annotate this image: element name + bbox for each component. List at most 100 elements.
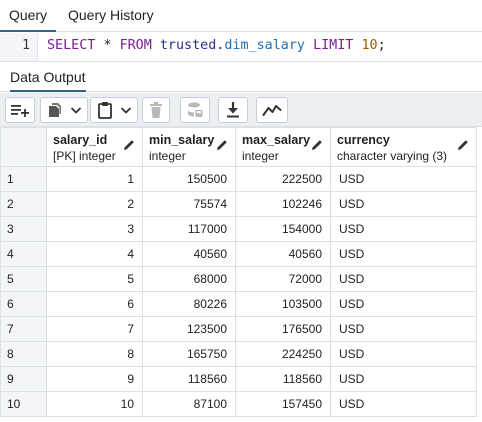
- cell-salary-id[interactable]: 3: [46, 216, 143, 242]
- query-tabs: Query Query History: [0, 0, 482, 32]
- column-header-salary-id[interactable]: salary_id [PK] integer: [46, 127, 143, 167]
- table-row: 1 1 150500 222500 USD: [0, 166, 477, 192]
- row-number[interactable]: 8: [0, 341, 47, 367]
- row-number[interactable]: 7: [0, 316, 47, 342]
- chevron-down-icon: [120, 107, 132, 114]
- delete-icon: [150, 102, 162, 118]
- copy-icon: [49, 103, 61, 117]
- cell-salary-id[interactable]: 8: [46, 341, 143, 367]
- pencil-icon[interactable]: [310, 138, 324, 152]
- download-button[interactable]: [218, 97, 248, 123]
- cell-min-salary[interactable]: 117000: [142, 216, 236, 242]
- pencil-icon[interactable]: [215, 138, 229, 152]
- cell-currency[interactable]: USD: [330, 366, 477, 392]
- cell-max-salary[interactable]: 224250: [235, 341, 331, 367]
- sql-semicolon: ;: [377, 38, 386, 53]
- tab-query[interactable]: Query: [0, 0, 56, 32]
- row-number[interactable]: 9: [0, 366, 47, 392]
- column-name: currency: [337, 133, 390, 147]
- row-number[interactable]: 1: [0, 166, 47, 192]
- cell-currency[interactable]: USD: [330, 291, 477, 317]
- grid-corner-cell[interactable]: [0, 127, 47, 167]
- cell-salary-id[interactable]: 1: [46, 166, 143, 192]
- cell-max-salary[interactable]: 176500: [235, 316, 331, 342]
- cell-salary-id[interactable]: 9: [46, 366, 143, 392]
- row-number[interactable]: 2: [0, 191, 47, 217]
- cell-min-salary[interactable]: 40560: [142, 241, 236, 267]
- table-row: 3 3 117000 154000 USD: [0, 216, 477, 242]
- tab-query-history[interactable]: Query History: [68, 0, 158, 32]
- cell-min-salary[interactable]: 80226: [142, 291, 236, 317]
- cell-min-salary[interactable]: 165750: [142, 341, 236, 367]
- cell-max-salary[interactable]: 72000: [235, 266, 331, 292]
- table-row: 8 8 165750 224250 USD: [0, 341, 477, 367]
- cell-salary-id[interactable]: 5: [46, 266, 143, 292]
- column-header-currency[interactable]: currency character varying (3): [330, 127, 477, 167]
- add-row-button[interactable]: [5, 97, 35, 123]
- cell-currency[interactable]: USD: [330, 191, 477, 217]
- row-number[interactable]: 5: [0, 266, 47, 292]
- table-row: 4 4 40560 40560 USD: [0, 241, 477, 267]
- graph-visualiser-button[interactable]: [256, 97, 288, 123]
- cell-max-salary[interactable]: 103500: [235, 291, 331, 317]
- column-header-min-salary[interactable]: min_salary integer: [142, 127, 236, 167]
- pencil-icon[interactable]: [122, 138, 136, 152]
- row-number[interactable]: 3: [0, 216, 47, 242]
- delete-button[interactable]: [142, 97, 170, 123]
- cell-currency[interactable]: USD: [330, 166, 477, 192]
- cell-min-salary[interactable]: 123500: [142, 316, 236, 342]
- cell-currency[interactable]: USD: [330, 216, 477, 242]
- graph-visualiser-icon: [262, 105, 282, 116]
- column-header-max-salary[interactable]: max_salary integer: [235, 127, 331, 167]
- cell-max-salary[interactable]: 154000: [235, 216, 331, 242]
- cell-currency[interactable]: USD: [330, 341, 477, 367]
- cell-salary-id[interactable]: 10: [46, 391, 143, 417]
- cell-currency[interactable]: USD: [330, 391, 477, 417]
- sql-keyword-from: FROM: [119, 38, 152, 53]
- cell-currency[interactable]: USD: [330, 316, 477, 342]
- cell-min-salary[interactable]: 118560: [142, 366, 236, 392]
- sql-limit-value: 10: [361, 38, 378, 53]
- sql-code-line[interactable]: SELECT * FROM trusted.dim_salary LIMIT 1…: [47, 33, 386, 59]
- copy-button[interactable]: [40, 97, 88, 123]
- cell-currency[interactable]: USD: [330, 241, 477, 267]
- cell-max-salary[interactable]: 102246: [235, 191, 331, 217]
- table-row: 6 6 80226 103500 USD: [0, 291, 477, 317]
- sql-editor[interactable]: 1 SELECT * FROM trusted.dim_salary LIMIT…: [0, 33, 482, 61]
- sql-star: *: [103, 38, 112, 53]
- row-number[interactable]: 4: [0, 241, 47, 267]
- cell-salary-id[interactable]: 6: [46, 291, 143, 317]
- cell-max-salary[interactable]: 118560: [235, 366, 331, 392]
- cell-min-salary[interactable]: 75574: [142, 191, 236, 217]
- table-row: 7 7 123500 176500 USD: [0, 316, 477, 342]
- paste-button[interactable]: [90, 97, 138, 123]
- cell-min-salary[interactable]: 150500: [142, 166, 236, 192]
- chevron-down-icon: [70, 107, 82, 114]
- line-number: 1: [22, 38, 30, 53]
- download-icon: [227, 102, 239, 118]
- add-row-icon: [11, 105, 29, 117]
- cell-currency[interactable]: USD: [330, 266, 477, 292]
- paste-icon: [98, 102, 112, 119]
- table-row: 10 10 87100 157450 USD: [0, 391, 477, 417]
- sql-keyword-select: SELECT: [47, 38, 96, 53]
- cell-salary-id[interactable]: 4: [46, 241, 143, 267]
- sql-table-name: dim_salary: [224, 38, 305, 53]
- table-row: 5 5 68000 72000 USD: [0, 266, 477, 292]
- result-grid: salary_id [PK] integer min_salary intege…: [0, 127, 477, 418]
- cell-min-salary[interactable]: 68000: [142, 266, 236, 292]
- editor-gutter: 1: [0, 33, 38, 61]
- row-number[interactable]: 6: [0, 291, 47, 317]
- cell-salary-id[interactable]: 7: [46, 316, 143, 342]
- save-data-button[interactable]: [180, 97, 210, 123]
- cell-max-salary[interactable]: 40560: [235, 241, 331, 267]
- cell-max-salary[interactable]: 222500: [235, 166, 331, 192]
- cell-min-salary[interactable]: 87100: [142, 391, 236, 417]
- cell-max-salary[interactable]: 157450: [235, 391, 331, 417]
- row-number[interactable]: 10: [0, 391, 47, 417]
- save-data-icon: [188, 102, 203, 117]
- tab-data-output[interactable]: Data Output: [10, 62, 86, 92]
- output-panel-header: Data Output: [0, 61, 482, 92]
- cell-salary-id[interactable]: 2: [46, 191, 143, 217]
- pencil-icon[interactable]: [456, 138, 470, 152]
